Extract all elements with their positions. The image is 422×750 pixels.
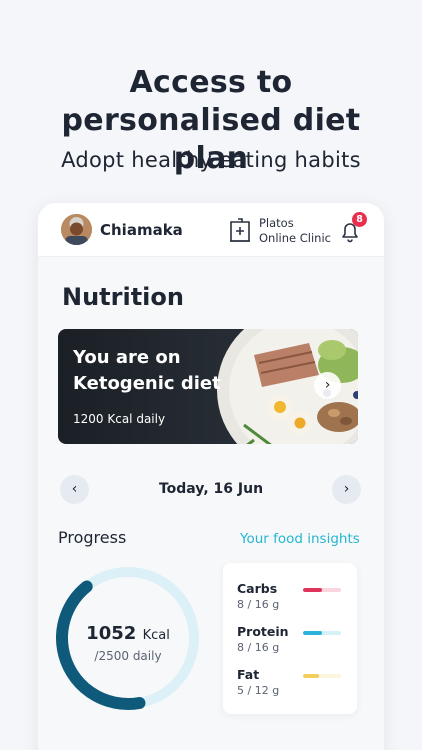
macros-card: Carbs 8 / 16 g Protein 8 / 16 g Fat 5 / … — [223, 563, 357, 714]
clinic-line1: Platos — [259, 216, 294, 230]
calories-unit: Kcal — [142, 628, 170, 643]
macro-fill-carbs — [303, 588, 322, 592]
calories-number: 1052 — [86, 623, 137, 644]
promo-subheadline: Adopt healthy eating habits — [61, 148, 361, 172]
notification-badge: 8 — [352, 212, 367, 227]
page-title: Nutrition — [62, 283, 184, 311]
macro-amount-fat: 5 / 12 g — [237, 684, 280, 697]
calories-consumed: 1052 Kcal — [53, 623, 203, 644]
progress-label: Progress — [58, 528, 127, 547]
chevron-right-icon[interactable]: › — [314, 372, 341, 399]
macro-name-fat: Fat — [237, 667, 260, 682]
diet-title-line2: Ketogenic diet — [73, 373, 221, 394]
macro-name-protein: Protein — [237, 624, 289, 639]
macro-bar-protein — [303, 631, 341, 635]
app-screen: Chiamaka Platos Online Clinic 8 Nutritio… — [38, 203, 384, 750]
clinic-icon[interactable] — [229, 218, 251, 242]
avatar[interactable] — [61, 214, 92, 245]
macro-amount-protein: 8 / 16 g — [237, 641, 280, 654]
diet-calories: 1200 Kcal daily — [73, 412, 166, 426]
diet-title-line1: You are on — [73, 347, 181, 368]
chevron-right-icon: › — [343, 481, 350, 497]
macro-bar-carbs — [303, 588, 341, 592]
user-name[interactable]: Chiamaka — [100, 221, 183, 239]
diet-title: You are on Ketogenic diet — [73, 345, 233, 397]
diet-plan-card[interactable]: You are on Ketogenic diet 1200 Kcal dail… — [58, 329, 358, 444]
macro-fill-fat — [303, 674, 319, 678]
avatar-image — [61, 214, 92, 245]
next-day-button[interactable]: › — [332, 475, 361, 504]
macro-fill-protein — [303, 631, 322, 635]
macro-bar-fat — [303, 674, 341, 678]
top-bar: Chiamaka Platos Online Clinic 8 — [38, 203, 384, 257]
clinic-line2: Online Clinic — [259, 231, 331, 245]
macro-name-carbs: Carbs — [237, 581, 278, 596]
food-insights-link[interactable]: Your food insights — [240, 531, 360, 547]
macro-amount-carbs: 8 / 16 g — [237, 598, 280, 611]
calories-daily-target: /2500 daily — [94, 649, 162, 663]
clinic-link[interactable]: Platos Online Clinic — [259, 216, 331, 246]
